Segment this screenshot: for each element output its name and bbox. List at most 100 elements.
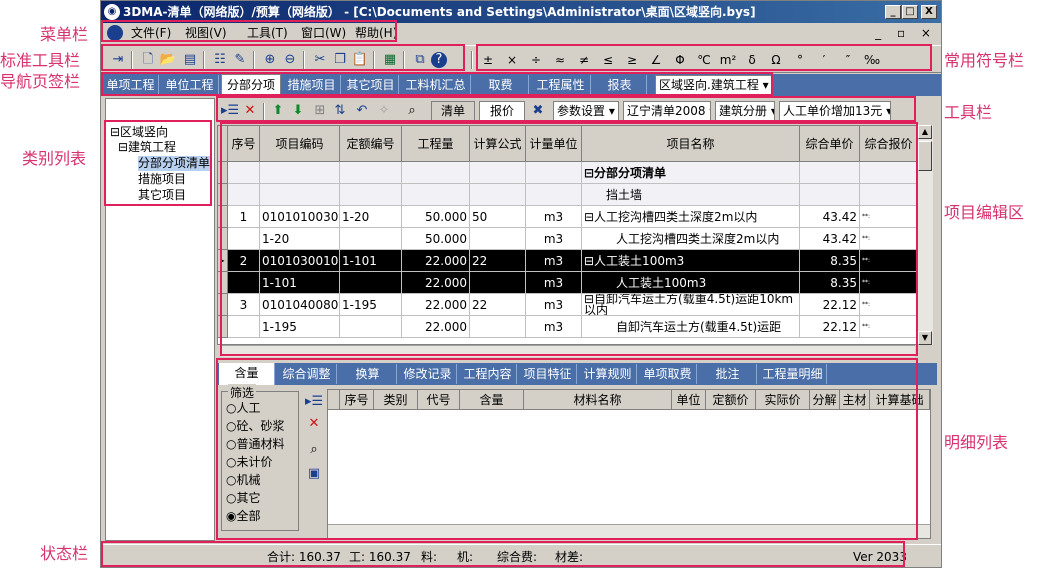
grid-cell-total[interactable] bbox=[860, 184, 916, 206]
move-down-icon[interactable]: ⬇ bbox=[289, 102, 307, 120]
paste-icon[interactable]: 📋 bbox=[351, 51, 369, 69]
detail-header-5[interactable]: 材料名称 bbox=[524, 390, 672, 410]
grid-cell-quota[interactable] bbox=[340, 228, 402, 250]
grid-cell-formula[interactable] bbox=[470, 228, 526, 250]
grid-cell-name[interactable]: 自卸汽车运土方(载重4.5t)运距 bbox=[582, 316, 800, 338]
grid-header-1[interactable]: 序号 bbox=[228, 126, 260, 162]
grid-cell-price[interactable]: 8.35 bbox=[800, 272, 860, 294]
grid-cell-qty[interactable]: 22.000 bbox=[402, 294, 470, 316]
edit-icon[interactable]: ✎ bbox=[231, 51, 249, 69]
grid-cell-formula[interactable]: 22 bbox=[470, 294, 526, 316]
symbol-delta[interactable]: δ bbox=[741, 51, 763, 69]
filter-radio-5[interactable]: ○其它 bbox=[226, 490, 261, 506]
grid-cell-seq[interactable] bbox=[228, 162, 260, 184]
save-all-icon[interactable]: ▤ bbox=[181, 51, 199, 69]
baojia-button[interactable]: 报价 bbox=[479, 101, 525, 121]
tree-node-others[interactable]: 其它项目 bbox=[138, 188, 186, 203]
tab-single-project[interactable]: 单项工程 bbox=[103, 75, 159, 95]
grid-cell-unit[interactable]: m3 bbox=[526, 206, 582, 228]
detail-header-2[interactable]: 类别 bbox=[374, 390, 418, 410]
grid-cell-quota[interactable] bbox=[340, 272, 402, 294]
region-dropdown[interactable]: 辽宁清单2008 ▾ bbox=[623, 101, 711, 121]
undo-icon[interactable]: ↶ bbox=[353, 102, 371, 120]
find-icon[interactable]: ⌕ bbox=[403, 102, 421, 120]
grid-cell-name[interactable]: 人工挖沟槽四类土深度2m以内 bbox=[582, 228, 800, 250]
detail-header-3[interactable]: 代号 bbox=[418, 390, 460, 410]
grid-cell-qty[interactable]: 50.000 bbox=[402, 206, 470, 228]
copy-icon[interactable]: ❐ bbox=[331, 51, 349, 69]
grid-header-5[interactable]: 计算公式 bbox=[470, 126, 526, 162]
grid-cell-total[interactable]: **: bbox=[860, 206, 916, 228]
grid-cell-unit[interactable] bbox=[526, 184, 582, 206]
menu-tools[interactable]: 工具(T) bbox=[247, 23, 288, 43]
detail-save-icon[interactable]: ▣ bbox=[305, 465, 323, 483]
grid-cell-unit[interactable]: m3 bbox=[526, 294, 582, 316]
grid-header-7[interactable]: 项目名称 bbox=[582, 126, 800, 162]
grid-cell-code[interactable] bbox=[260, 162, 340, 184]
tab-reports[interactable]: 报表 bbox=[593, 75, 647, 95]
detail-header-1[interactable]: 序号 bbox=[340, 390, 374, 410]
grid-cell-name[interactable]: ⊟自卸汽车运土方(载重4.5t)运距10km以内 bbox=[582, 294, 800, 316]
close-button[interactable]: X bbox=[921, 5, 937, 19]
symbol-permille[interactable]: ‰ bbox=[861, 51, 883, 69]
grid-cell-name[interactable]: 人工装土100m3 bbox=[582, 272, 800, 294]
grid-cell-price[interactable]: 22.12 bbox=[800, 316, 860, 338]
grid-header-6[interactable]: 计量单位 bbox=[526, 126, 582, 162]
grid-cell-seq[interactable]: 2 bbox=[228, 250, 260, 272]
grid-cell-unit[interactable]: m3 bbox=[526, 228, 582, 250]
tab-convert[interactable]: 换算 bbox=[339, 364, 397, 384]
filter-radio-2[interactable]: ○普通材料 bbox=[226, 436, 285, 452]
grid-vscroll[interactable]: ▲ ▼ bbox=[917, 125, 933, 345]
grid-cell-price[interactable] bbox=[800, 162, 860, 184]
param-settings-dropdown[interactable]: 参数设置 ▾ bbox=[553, 101, 619, 121]
grid-cell-qty[interactable]: 22.000 bbox=[402, 250, 470, 272]
filter-radio-1[interactable]: ○砼、砂浆 bbox=[226, 418, 285, 434]
menu-help[interactable]: 帮助(H) bbox=[355, 23, 397, 43]
grid-cell-price[interactable] bbox=[800, 184, 860, 206]
menu-file[interactable]: 文件(F) bbox=[131, 23, 171, 43]
book-dropdown[interactable]: 建筑分册 ▾ bbox=[715, 101, 775, 121]
grid-cell-quota[interactable] bbox=[340, 162, 402, 184]
grid-cell-code[interactable]: 1-101 bbox=[260, 272, 340, 294]
symbol-phi[interactable]: Φ bbox=[669, 51, 691, 69]
symbol-doubleprime[interactable]: ″ bbox=[837, 51, 859, 69]
grid-cell-formula[interactable] bbox=[470, 162, 526, 184]
outline-icon[interactable]: ⊞ bbox=[311, 102, 329, 120]
cut-icon[interactable]: ✂ bbox=[311, 51, 329, 69]
tree-node-region[interactable]: ⊟区域竖向 bbox=[110, 125, 168, 140]
menu-view[interactable]: 视图(V) bbox=[185, 23, 227, 43]
grid-hscroll[interactable] bbox=[221, 345, 915, 357]
grid-cell-qty[interactable] bbox=[402, 184, 470, 206]
help-icon[interactable]: ? bbox=[431, 52, 447, 68]
grid-cell-qty[interactable]: 50.000 bbox=[402, 228, 470, 250]
grid-header-2[interactable]: 项目编码 bbox=[260, 126, 340, 162]
grid-cell-quota[interactable] bbox=[340, 316, 402, 338]
symbol-omega[interactable]: Ω bbox=[765, 51, 787, 69]
grid-cell-qty[interactable] bbox=[402, 162, 470, 184]
tab-measure-items[interactable]: 措施项目 bbox=[283, 75, 341, 95]
grid-cell-price[interactable]: 43.42 bbox=[800, 206, 860, 228]
tab-content[interactable]: 含量 bbox=[219, 363, 275, 385]
maximize-button[interactable]: □ bbox=[902, 5, 918, 19]
grid-cell-name[interactable]: 挡土墙 bbox=[582, 184, 800, 206]
filter-radio-4[interactable]: ○机械 bbox=[226, 472, 261, 488]
delete-icon[interactable]: ✕ bbox=[241, 102, 259, 120]
grid-cell-quota[interactable]: 1-20 bbox=[340, 206, 402, 228]
grid-cell-price[interactable]: 43.42 bbox=[800, 228, 860, 250]
detail-header-4[interactable]: 含量 bbox=[460, 390, 524, 410]
grid-cell-formula[interactable] bbox=[470, 272, 526, 294]
symbol-approx[interactable]: ≈ bbox=[549, 51, 571, 69]
symbol-le[interactable]: ≤ bbox=[597, 51, 619, 69]
open-folder-icon[interactable]: 📂 bbox=[159, 51, 177, 69]
grid-cell-seq[interactable]: 3 bbox=[228, 294, 260, 316]
detail-find-icon[interactable]: ⌕ bbox=[305, 441, 323, 459]
tree-node-measures[interactable]: 措施项目 bbox=[138, 172, 186, 187]
grid-cell-code[interactable]: 1-20 bbox=[260, 228, 340, 250]
menu-window[interactable]: 窗口(W) bbox=[301, 23, 346, 43]
grid-cell-total[interactable]: **: bbox=[860, 316, 916, 338]
grid-cell-name[interactable]: ⊟人工装土100m3 bbox=[582, 250, 800, 272]
grid-cell-quota[interactable] bbox=[340, 184, 402, 206]
project-selector[interactable]: 区域竖向.建筑工程 ▾ bbox=[655, 75, 773, 95]
wand-icon[interactable]: ✧ bbox=[375, 102, 393, 120]
sort-icon[interactable]: ⇅ bbox=[331, 102, 349, 120]
